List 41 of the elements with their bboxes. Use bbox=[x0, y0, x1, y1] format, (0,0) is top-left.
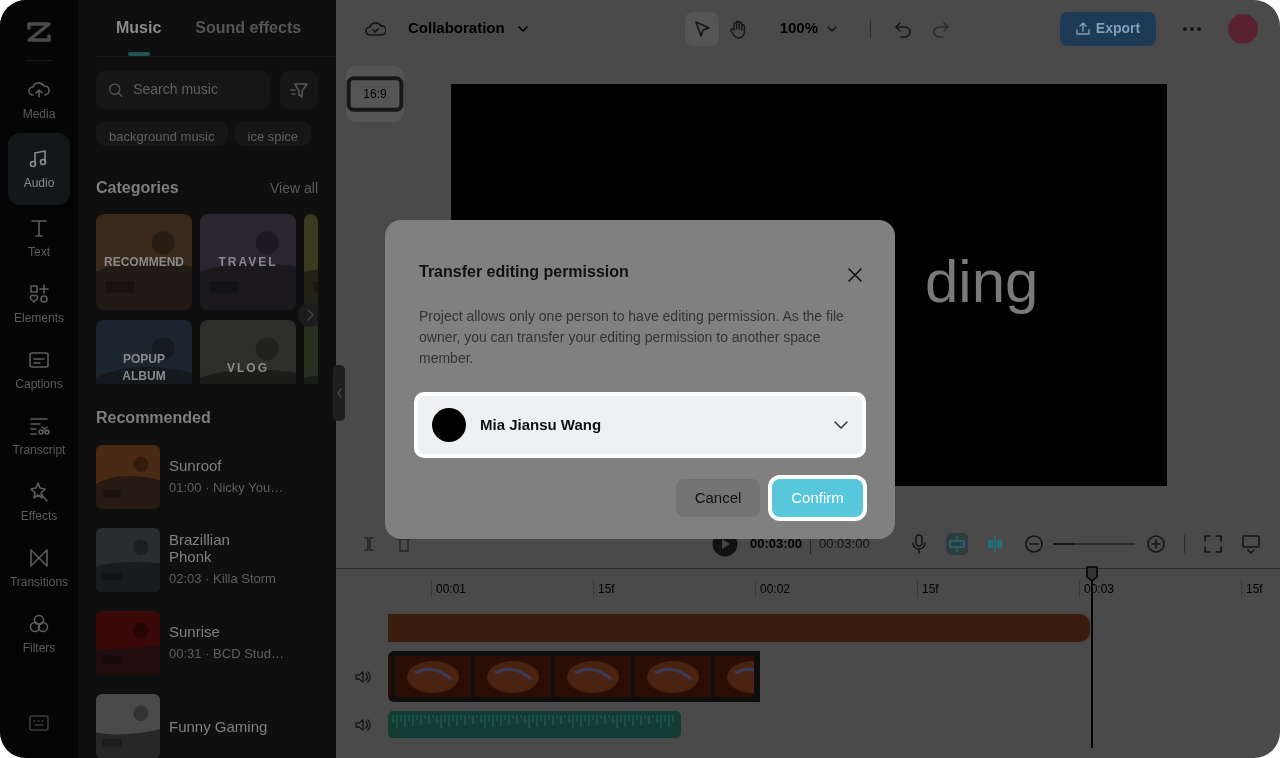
track-info: 00:31 · BCD Stud… bbox=[169, 644, 284, 663]
rail-tab[interactable]: Filters bbox=[8, 601, 70, 667]
search-box[interactable]: Search music bbox=[96, 70, 270, 109]
project-menu[interactable]: Collaboration bbox=[402, 16, 535, 41]
tab[interactable]: Music bbox=[116, 0, 162, 56]
rail-tab[interactable]: Elements bbox=[8, 271, 70, 337]
category-label: VLOG bbox=[227, 359, 269, 377]
tab[interactable]: Sound effects bbox=[195, 0, 302, 56]
rail-tab[interactable]: Transitions bbox=[8, 535, 70, 601]
category-label: TRAVEL bbox=[218, 253, 278, 271]
category-label: RECOMMEND bbox=[104, 253, 184, 271]
track-title[interactable]: Sunrise bbox=[169, 622, 284, 640]
export-button[interactable]: Export bbox=[1060, 11, 1156, 46]
search-field[interactable]: Search music bbox=[131, 78, 258, 102]
dialog-message: Project allows only one person to have editing permission. As the file owner, you can transfer your editing permission to another space member. bbox=[419, 307, 845, 368]
track-title[interactable]: Funny Gaming bbox=[169, 717, 268, 735]
rail-tab[interactable]: Effects bbox=[8, 469, 70, 535]
ruler-label: 15f bbox=[593, 580, 759, 598]
rail-tab[interactable]: Audio bbox=[8, 133, 70, 205]
section-title: Categories bbox=[96, 178, 179, 199]
view-all-link[interactable]: View all bbox=[270, 177, 318, 199]
rail-tab[interactable]: Text bbox=[8, 205, 70, 271]
suggestion-chip[interactable]: background music bbox=[96, 120, 228, 147]
zoom-menu[interactable]: 100% bbox=[773, 16, 845, 41]
track-info: 01:00 · Nicky You… bbox=[169, 478, 284, 497]
rail-tab[interactable]: Transcript bbox=[8, 403, 70, 469]
current-time: 00:03:00 bbox=[750, 535, 803, 554]
rail-tab[interactable]: Captions bbox=[8, 337, 70, 403]
track-title[interactable]: Sunroof bbox=[169, 456, 284, 474]
track-info: 02:03 · Killa Storm bbox=[169, 570, 276, 589]
ruler-label: 15f bbox=[917, 580, 1083, 598]
dialog-title: Transfer editing permission bbox=[419, 262, 629, 282]
canvas-text: ding bbox=[925, 252, 1039, 312]
suggestion-chip[interactable]: ice spice bbox=[234, 120, 312, 147]
ruler-label: 00:02 bbox=[755, 580, 921, 598]
category-label: POPUP ALBUM bbox=[122, 351, 166, 384]
cancel-button[interactable]: Cancel bbox=[676, 479, 760, 517]
rail-tab[interactable]: Media bbox=[8, 67, 70, 133]
track-title[interactable]: Brazillian Phonk bbox=[169, 531, 276, 566]
ruler-label: 00:01 bbox=[431, 580, 597, 598]
section-title: Recommended bbox=[96, 408, 211, 428]
